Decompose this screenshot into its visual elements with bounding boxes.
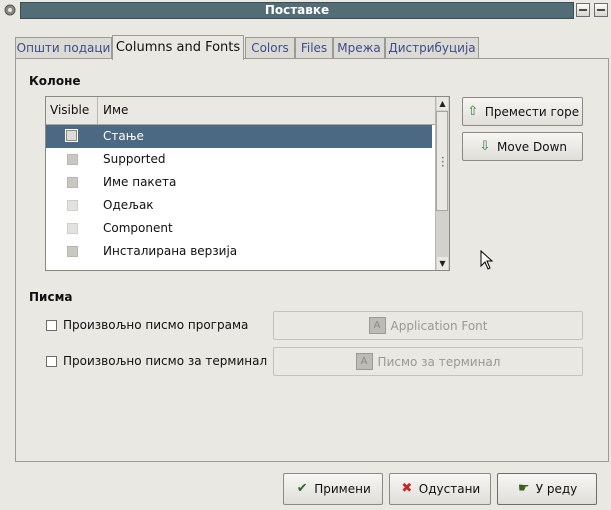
row-label: Supported (103, 152, 166, 166)
row-label: Одељак (103, 198, 154, 212)
cancel-label: Одустани (418, 482, 481, 496)
terminal-font-label: Произвољно писмо за терминал (63, 354, 268, 368)
list-header: Visible Име (46, 97, 435, 125)
move-down-label: Move Down (497, 139, 567, 154)
visible-checkbox[interactable] (67, 223, 78, 234)
list-row[interactable]: Инсталирана верзија (46, 240, 432, 263)
cancel-button[interactable]: ✖ Одустани (389, 473, 491, 505)
minimize-icon[interactable] (576, 3, 590, 17)
scroll-up-icon[interactable]: ▲ (437, 97, 448, 110)
apply-label: Примени (314, 482, 371, 496)
fonts-section-title: Писма (29, 290, 73, 304)
column-header-name[interactable]: Име (99, 97, 435, 124)
terminal-font-checkbox[interactable] (46, 355, 57, 367)
list-scrollbar[interactable]: ▲ • • • ▼ (435, 97, 449, 270)
ok-hand-icon: ☛ (517, 481, 530, 496)
tab-network[interactable]: Мрежа (333, 37, 385, 59)
apply-button[interactable]: ✔ Примени (283, 473, 383, 505)
columns-section-title: Колоне (29, 74, 81, 88)
app-gear-icon[interactable] (2, 2, 18, 18)
row-label: Инсталирана верзија (103, 244, 238, 258)
list-row[interactable]: Име пакета (46, 171, 432, 194)
font-icon: A (368, 317, 386, 334)
window-title: Поставке (20, 2, 574, 19)
list-row[interactable]: Стање (46, 125, 432, 148)
list-row[interactable]: Supported (46, 148, 432, 171)
move-down-button[interactable]: ⇩ Move Down (462, 132, 583, 161)
visible-checkbox[interactable] (67, 154, 78, 165)
tab-distribution[interactable]: Дистрибуција (385, 37, 479, 59)
visible-checkbox[interactable] (67, 177, 78, 188)
visible-checkbox[interactable] (65, 129, 78, 142)
arrow-up-icon: ⇧ (467, 103, 479, 119)
row-label: Име пакета (103, 175, 177, 189)
move-up-label: Премести горе (484, 104, 580, 119)
column-header-visible[interactable]: Visible (46, 97, 98, 124)
program-font-label: Произвољно писмо програма (63, 318, 249, 332)
arrow-down-icon: ⇩ (479, 138, 491, 154)
terminal-font-button-label: Писмо за терминал (377, 354, 501, 369)
title-bar[interactable]: Поставке (0, 0, 611, 20)
grip-icon: • • • (441, 155, 445, 170)
visible-checkbox[interactable] (67, 246, 78, 257)
tab-colors[interactable]: Colors (245, 37, 295, 59)
ok-button[interactable]: ☛ У реду (497, 473, 597, 505)
mouse-pointer-icon (480, 250, 494, 270)
ok-label: У реду (535, 482, 578, 496)
scroll-down-icon[interactable]: ▼ (437, 257, 448, 270)
terminal-font-option[interactable]: Произвољно писмо за терминал (46, 353, 267, 369)
visible-checkbox[interactable] (67, 200, 78, 211)
checkmark-icon: ✔ (296, 481, 308, 496)
application-font-button[interactable]: A Application Font (273, 311, 583, 340)
tab-general[interactable]: Општи подаци (15, 37, 112, 59)
tab-columns-fonts[interactable]: Columns and Fonts (112, 35, 244, 60)
row-label: Component (103, 221, 173, 235)
columns-list[interactable]: Visible Име Стање Supported Име пакета О… (45, 96, 450, 271)
maximize-icon[interactable] (594, 3, 608, 17)
terminal-font-button[interactable]: A Писмо за терминал (273, 347, 583, 376)
cross-icon: ✖ (401, 481, 413, 496)
program-font-checkbox[interactable] (46, 319, 57, 331)
tab-files[interactable]: Files (295, 37, 333, 59)
row-label: Стање (103, 129, 144, 143)
program-font-option[interactable]: Произвољно писмо програма (46, 317, 248, 333)
move-up-button[interactable]: ⇧ Премести горе (462, 97, 583, 126)
scrollbar-thumb[interactable]: • • • (436, 111, 448, 211)
list-row[interactable]: Component (46, 217, 432, 240)
application-font-label: Application Font (390, 318, 488, 333)
list-row[interactable]: Одељак (46, 194, 432, 217)
font-icon: A (355, 353, 373, 370)
